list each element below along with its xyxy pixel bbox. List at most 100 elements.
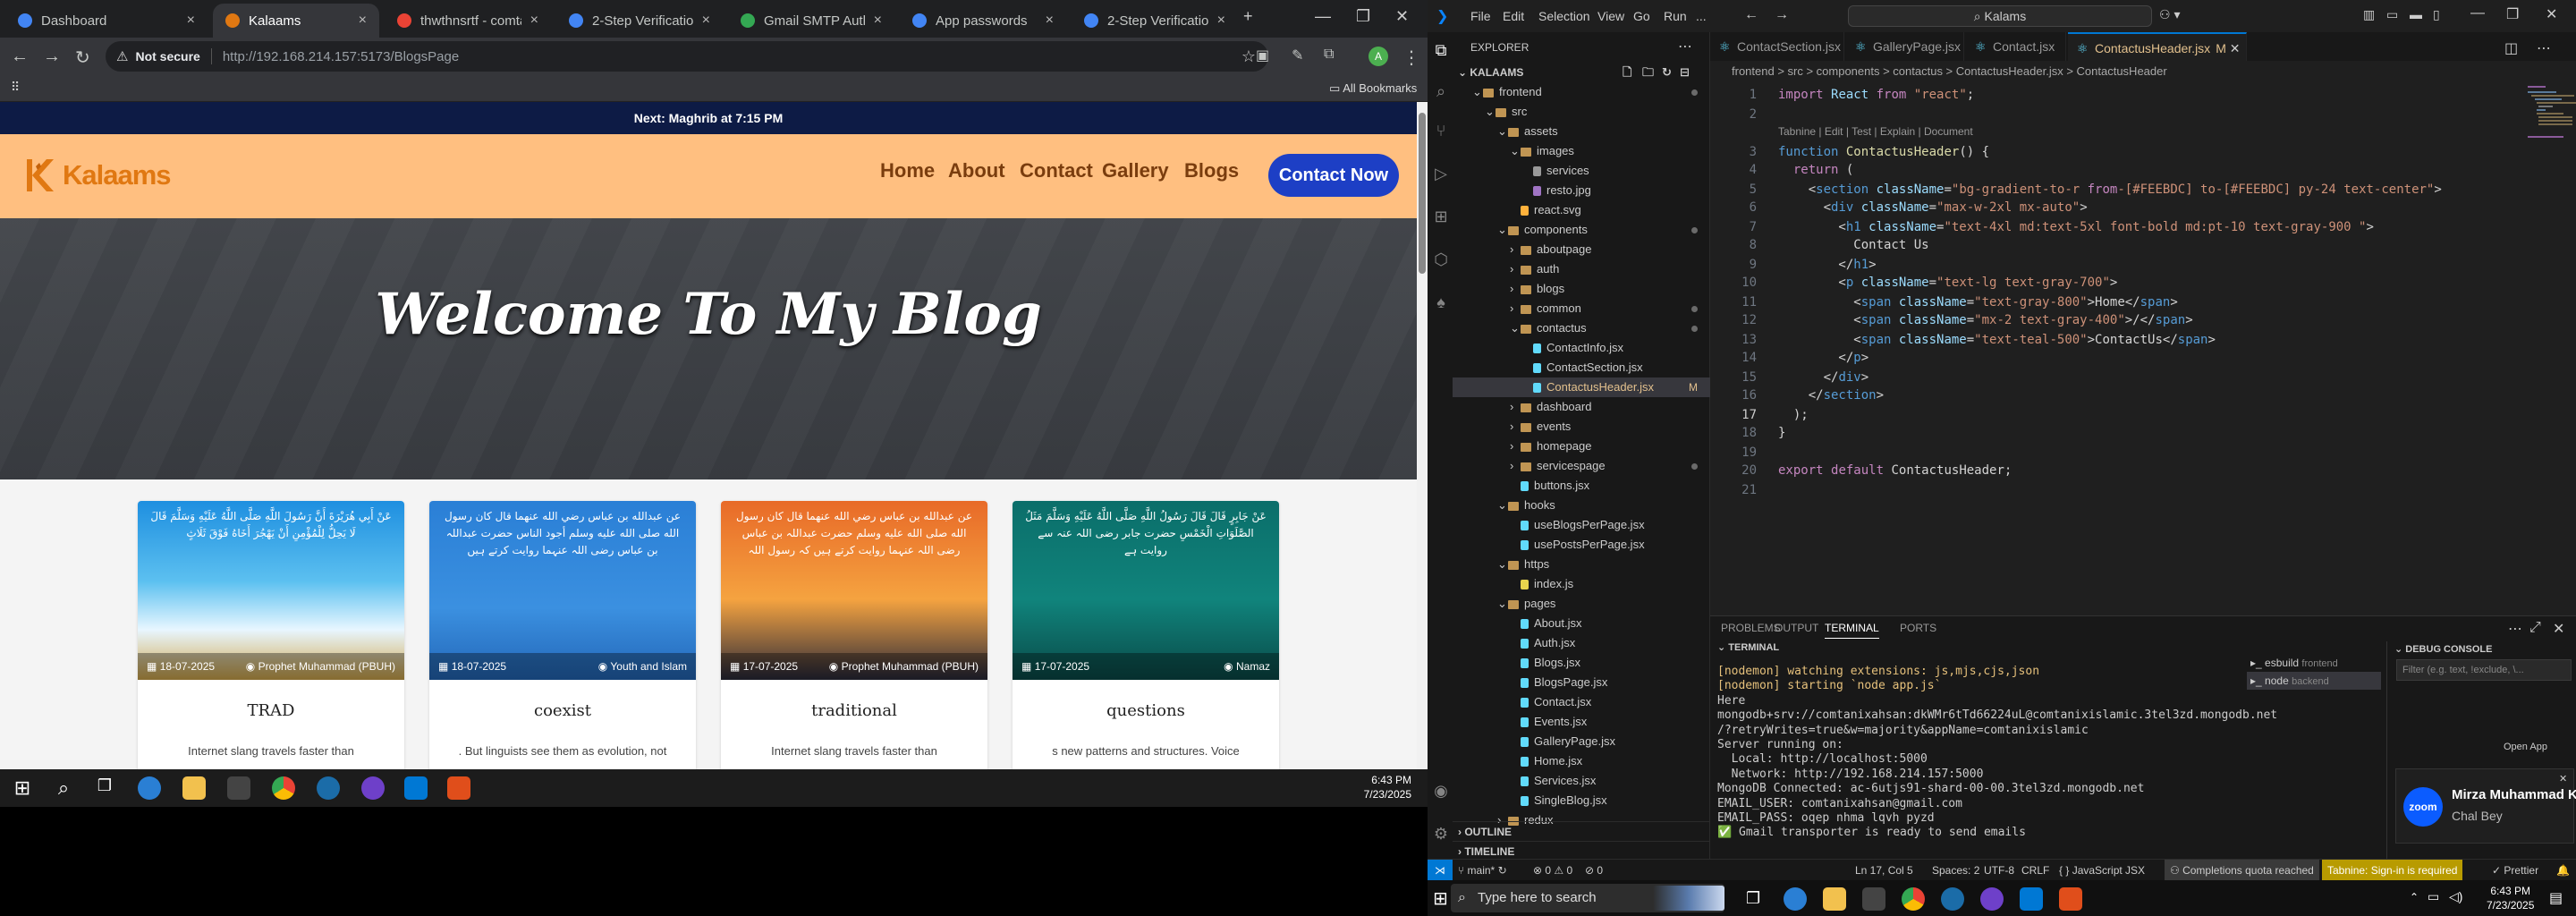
blog-card[interactable]: عَنْ جَابِرٍ قَالَ قَالَ رَسُولُ اللَّهِ… xyxy=(1013,501,1279,769)
editor-tab[interactable]: ⚛ ContactSection.jsx xyxy=(1710,32,1844,61)
apps-grid-icon[interactable]: ⠿ xyxy=(11,80,20,95)
code-line[interactable]: return ( xyxy=(1778,163,1853,177)
explorer-item[interactable]: usePostsPerPage.jsx xyxy=(1453,535,1710,555)
browser-tab[interactable]: 2-Step Verification × xyxy=(1072,4,1238,38)
code-line[interactable]: </div> xyxy=(1778,370,1869,385)
explorer-item[interactable]: Contact.jsx xyxy=(1453,692,1710,712)
store-icon[interactable] xyxy=(227,776,250,800)
terminal-instance[interactable]: ▸_ node backend xyxy=(2247,672,2381,690)
tab-close-icon[interactable]: × xyxy=(702,13,710,29)
omnibox[interactable]: ⚠ Not secure http://192.168.214.157:5173… xyxy=(106,41,1268,72)
explorer-item[interactable]: resto.jpg xyxy=(1453,181,1710,200)
panel-tab[interactable]: PORTS xyxy=(1900,622,1936,634)
code-line[interactable]: function ContactusHeader() { xyxy=(1778,145,1989,159)
browser-tab[interactable]: thwthnsrtf - comtanixi... × xyxy=(385,4,551,38)
code-line[interactable]: </section> xyxy=(1778,388,1884,403)
explorer-item[interactable]: › dashboard xyxy=(1453,397,1710,417)
explorer-item[interactable]: Home.jsx xyxy=(1453,751,1710,771)
code-line[interactable]: </p> xyxy=(1778,351,1868,365)
explorer-item[interactable]: index.js xyxy=(1453,574,1710,594)
zoom-close-icon[interactable]: ✕ xyxy=(2559,773,2567,785)
timeline-section[interactable]: › TIMELINE xyxy=(1453,841,1710,861)
code-line[interactable]: Contact Us xyxy=(1778,238,1928,252)
debug-filter-input[interactable]: Filter (e.g. text, !exclude, \... xyxy=(2396,659,2572,681)
explorer-item[interactable]: ⌄ images xyxy=(1453,141,1710,161)
explorer-item[interactable]: Blogs.jsx xyxy=(1453,653,1710,673)
command-center-search[interactable]: ⌕ Kalams xyxy=(1848,5,2152,27)
code-line[interactable]: <span className="text-gray-800">Home</sp… xyxy=(1778,295,2178,310)
explorer-item[interactable]: ⌄ assets xyxy=(1453,122,1710,141)
explorer-item[interactable]: About.jsx xyxy=(1453,614,1710,633)
code-line[interactable]: <h1 className="text-4xl md:text-5xl font… xyxy=(1778,220,2373,234)
explorer-item[interactable]: › aboutpage xyxy=(1453,240,1710,259)
zoom-notification[interactable]: zoom Mirza Muhammad Khurram Chal Bey ✕ xyxy=(2395,768,2576,844)
blog-card-title[interactable]: coexist xyxy=(429,701,696,720)
menu-item[interactable]: Selection xyxy=(1538,9,1590,23)
tab-close-icon[interactable]: × xyxy=(530,13,538,29)
maximize-icon[interactable]: ❐ xyxy=(2506,5,2519,23)
vscode-icon[interactable] xyxy=(404,776,428,800)
breadcrumb[interactable]: frontend > src > components > contactus … xyxy=(1710,61,2576,82)
copilot-quota[interactable]: ⚇ Completions quota reached xyxy=(2165,860,2319,881)
explorer-item[interactable]: › blogs xyxy=(1453,279,1710,299)
code-line[interactable]: <span className="mx-2 text-gray-400">/</… xyxy=(1778,313,2192,327)
notifications-bell-icon[interactable]: 🔔 xyxy=(2556,860,2570,881)
terminal-output[interactable]: [nodemon] watching extensions: js,mjs,cj… xyxy=(1717,665,2277,841)
volume-icon[interactable]: ◁) xyxy=(2449,889,2462,904)
encoding[interactable]: UTF-8 xyxy=(1984,860,2014,881)
ports-count[interactable]: ⊘ 0 xyxy=(1585,860,1603,881)
nav-contact[interactable]: Contact xyxy=(1020,159,1093,182)
menu-item[interactable]: View xyxy=(1597,9,1624,23)
minimize-icon[interactable]: — xyxy=(2470,5,2485,21)
nav-about[interactable]: About xyxy=(948,159,1005,182)
copilot-icon[interactable]: ⚇ ▾ xyxy=(2159,7,2180,22)
code-line[interactable]: <section className="bg-gradient-to-r fro… xyxy=(1778,182,2442,197)
profile-avatar[interactable]: A xyxy=(1368,47,1388,66)
more-actions-icon[interactable]: ⋯ xyxy=(1678,38,1692,55)
github-icon[interactable] xyxy=(361,776,385,800)
open-app-label[interactable]: Open App xyxy=(2504,742,2547,752)
explorer-item[interactable]: Services.jsx xyxy=(1453,771,1710,791)
explorer-item[interactable]: services xyxy=(1453,161,1710,181)
explorer-item[interactable]: ⌄ https xyxy=(1453,555,1710,574)
split-editor-icon[interactable]: ◫ xyxy=(2504,39,2518,57)
reload-icon[interactable]: ↻ xyxy=(75,47,90,69)
minimize-icon[interactable]: — xyxy=(1315,7,1331,26)
outline-section[interactable]: › OUTLINE xyxy=(1453,821,1710,841)
remote-icon[interactable]: ⬡ xyxy=(1431,250,1451,270)
account-icon[interactable]: ◉ xyxy=(1431,782,1451,802)
browser-tab[interactable]: 2-Step Verification × xyxy=(556,4,723,38)
toggle-secondary-icon[interactable]: ▯ xyxy=(2433,7,2440,22)
chrome-icon[interactable] xyxy=(272,776,295,800)
url-text[interactable]: http://192.168.214.157:5173/BlogsPage xyxy=(223,49,459,64)
panel-tab[interactable]: PROBLEMS xyxy=(1721,622,1781,634)
edge-icon-2[interactable] xyxy=(1784,887,1807,911)
new-tab-icon[interactable]: + xyxy=(1243,7,1253,26)
minimap[interactable] xyxy=(2522,82,2576,154)
editor-tab[interactable]: ⚛ ContactusHeader.jsx M ✕ xyxy=(2068,32,2247,61)
collapse-all-icon[interactable]: ⊟ xyxy=(1680,63,1690,82)
browser-tab[interactable]: Kalaams × xyxy=(213,4,379,38)
code-editor[interactable]: 1 import React from "react"; 2 3 function Co… xyxy=(1710,82,2576,615)
contact-now-button[interactable]: Contact Now xyxy=(1268,154,1399,197)
back-icon[interactable]: ← xyxy=(11,47,29,67)
problems-count[interactable]: ⊗ 0 ⚠ 0 xyxy=(1533,860,1572,881)
blog-card[interactable]: عن عبدالله بن عباس رضي الله عنهما قال كا… xyxy=(721,501,987,769)
panel-close-icon[interactable]: ✕ xyxy=(2553,620,2564,638)
explorer-item[interactable]: › homepage xyxy=(1453,437,1710,456)
close-icon[interactable]: ✕ xyxy=(1395,7,1409,26)
layout-icon[interactable]: ▥ xyxy=(2363,7,2375,22)
blog-card[interactable]: عن عبدالله بن عباس رضي الله عنهما قال كا… xyxy=(429,501,696,769)
explorer-item[interactable]: SingleBlog.jsx xyxy=(1453,791,1710,810)
explorer-item[interactable]: useBlogsPerPage.jsx xyxy=(1453,515,1710,535)
github-icon-2[interactable] xyxy=(1980,887,2004,911)
task-view-icon[interactable]: ❐ xyxy=(93,776,116,800)
menu-item[interactable]: ... xyxy=(1696,9,1707,23)
explorer-item[interactable]: Events.jsx xyxy=(1453,712,1710,732)
file-explorer-icon[interactable] xyxy=(182,776,206,800)
explorer-item[interactable]: ContactInfo.jsx xyxy=(1453,338,1710,358)
remote-indicator-icon[interactable]: ⋊ xyxy=(1428,860,1453,880)
browser-tab[interactable]: App passwords × xyxy=(900,4,1066,38)
explorer-icon[interactable]: ⧉ xyxy=(1431,41,1451,61)
browser-tab[interactable]: Dashboard × xyxy=(5,4,208,38)
